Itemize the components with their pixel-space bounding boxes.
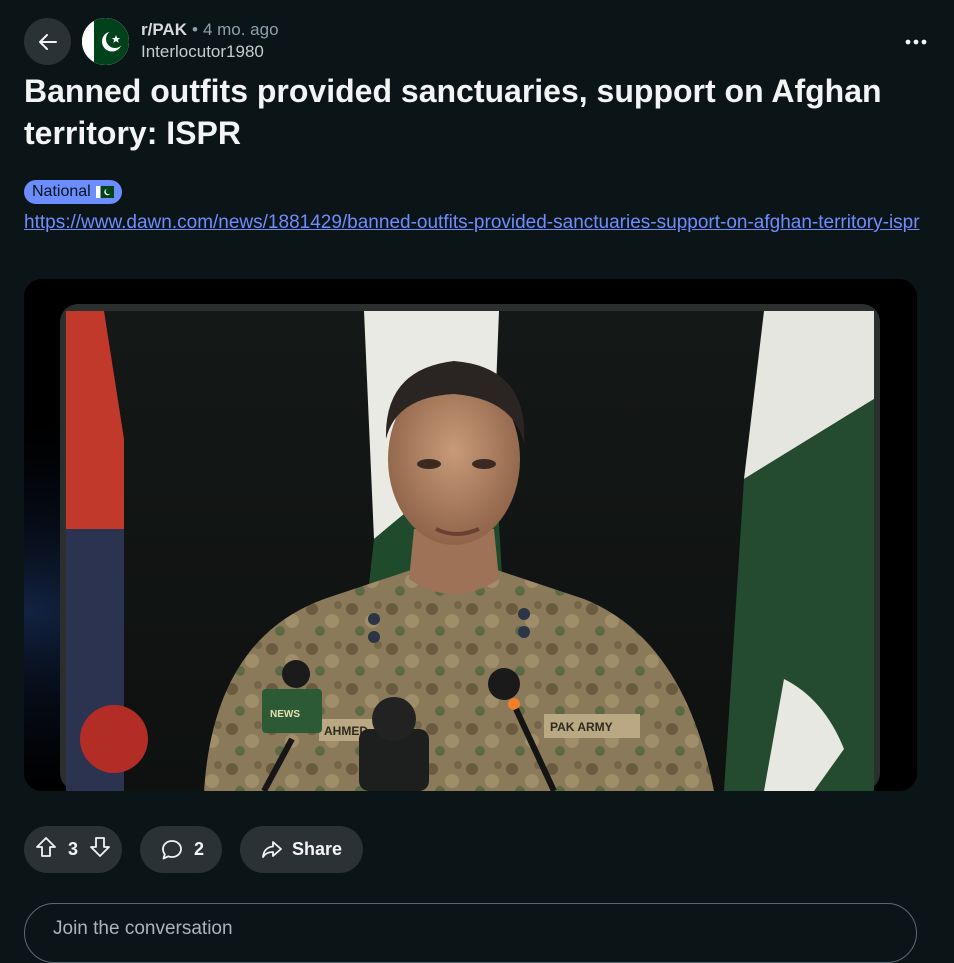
comment-composer[interactable]: Join the conversation [24,903,917,963]
upvote-button[interactable] [34,835,58,864]
arrow-left-icon [38,33,57,50]
pakistan-flag-icon [95,186,114,198]
post-flair[interactable]: National [24,180,122,204]
vote-control: 3 [24,826,123,873]
post-title: Banned outfits provided sanctuaries, sup… [24,73,882,151]
more-options-button[interactable] [900,26,932,58]
pakistan-flag-icon [82,18,129,65]
action-bar: 3 2 Share [24,826,364,873]
mic-label-text: NEWS [270,709,300,720]
author-link[interactable]: Interlocutor1980 [141,41,279,63]
comments-button[interactable]: 2 [140,826,223,873]
share-button[interactable]: Share [240,826,364,873]
vote-count: 3 [68,839,79,859]
back-button[interactable] [24,18,71,65]
meta-separator: • [191,20,198,39]
share-label: Share [292,839,343,859]
post-age: 4 mo. ago [202,20,279,39]
subreddit-avatar[interactable] [82,18,129,65]
flair-label: National [32,183,91,200]
arrow-up-icon [36,837,56,857]
post-header: r/PAK • 4 mo. ago Interlocutor1980 [24,18,927,66]
press-briefing-image: AHMED PAK ARMY NEWS [24,279,917,791]
share-arrow-icon [262,840,282,858]
army-tag-text: PAK ARMY [550,720,613,734]
arrow-down-icon [90,837,110,857]
post-link[interactable]: https://www.dawn.com/news/1881429/banned… [24,208,924,238]
downvote-button[interactable] [88,835,112,864]
composer-placeholder: Join the conversation [53,918,233,939]
speech-bubble-icon [162,839,182,859]
comment-count: 2 [194,839,205,859]
subreddit-link[interactable]: r/PAK [141,20,187,39]
more-horizontal-icon [905,39,927,45]
post-meta: r/PAK • 4 mo. ago Interlocutor1980 [141,20,279,63]
post-image[interactable]: AHMED PAK ARMY NEWS [24,279,917,791]
